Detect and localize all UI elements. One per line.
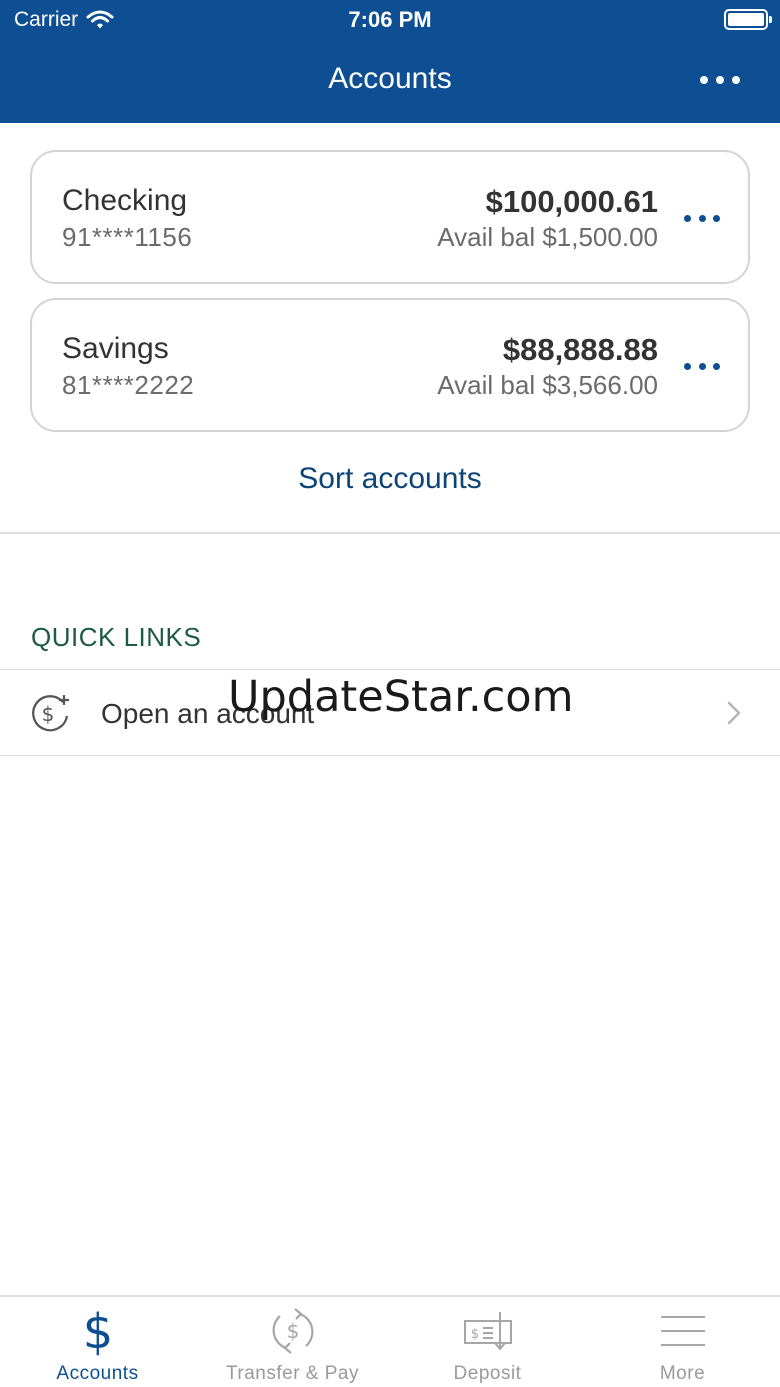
tab-accounts[interactable]: $ Accounts	[0, 1297, 195, 1387]
account-card-checking[interactable]: Checking 91****1156 $100,000.61 Avail ba…	[30, 150, 750, 284]
available-balance: Avail bal $3,566.00	[437, 370, 658, 400]
status-bar: Carrier 7:06 PM	[0, 0, 780, 40]
account-card-savings[interactable]: Savings 81****2222 $88,888.88 Avail bal …	[30, 298, 750, 432]
account-balance: $100,000.61	[485, 184, 658, 219]
account-options-button[interactable]	[684, 208, 720, 228]
dot-icon	[684, 214, 691, 222]
quick-links-heading: QUICK LINKS	[31, 622, 202, 652]
dot-icon	[716, 76, 724, 84]
dot-icon	[700, 76, 708, 84]
sort-accounts-link[interactable]: Sort accounts	[0, 462, 780, 496]
battery-icon	[724, 9, 772, 30]
tab-transfer-pay[interactable]: $ Transfer & Pay	[195, 1297, 390, 1387]
available-balance: Avail bal $1,500.00	[437, 222, 658, 252]
account-name: Checking	[62, 184, 188, 217]
svg-text:$: $	[82, 1306, 113, 1356]
dot-icon	[698, 214, 706, 222]
tab-label: More	[659, 1363, 706, 1384]
svg-text:$: $	[470, 1327, 478, 1342]
account-options-button[interactable]	[684, 356, 720, 376]
page-title: Accounts	[328, 62, 452, 95]
dot-icon	[732, 76, 740, 84]
dot-icon	[713, 362, 720, 370]
account-name: Savings	[62, 332, 169, 365]
dot-icon	[713, 214, 720, 222]
chevron-right-icon	[727, 701, 741, 725]
app-header: Carrier 7:06 PM Accounts	[0, 0, 780, 123]
quick-links-bottom-divider	[0, 755, 780, 756]
account-number: 81****2222	[62, 370, 195, 400]
watermark-text: UpdateStar.com	[228, 672, 574, 722]
menu-icon	[585, 1305, 780, 1357]
account-balance: $88,888.88	[502, 332, 658, 367]
dollar-plus-icon: $	[32, 695, 69, 732]
dot-icon	[684, 362, 691, 370]
check-deposit-icon: $	[390, 1305, 585, 1357]
svg-text:$: $	[42, 702, 55, 726]
tab-bar: $ Accounts $ Transfer & Pay $ Deposit Mo…	[0, 1295, 780, 1387]
dollar-icon: $	[0, 1305, 195, 1357]
tab-more[interactable]: More	[585, 1297, 780, 1387]
section-divider	[0, 532, 780, 534]
tab-label: Deposit	[453, 1363, 522, 1384]
status-time: 7:06 PM	[348, 7, 432, 32]
account-number: 91****1156	[62, 222, 193, 252]
tab-label: Transfer & Pay	[225, 1363, 359, 1384]
transfer-dollar-icon: $	[195, 1305, 390, 1357]
dot-icon	[698, 362, 706, 370]
tab-label: Accounts	[56, 1363, 139, 1384]
svg-text:$: $	[286, 1319, 299, 1343]
tab-deposit[interactable]: $ Deposit	[390, 1297, 585, 1387]
header-more-button[interactable]	[700, 68, 740, 92]
